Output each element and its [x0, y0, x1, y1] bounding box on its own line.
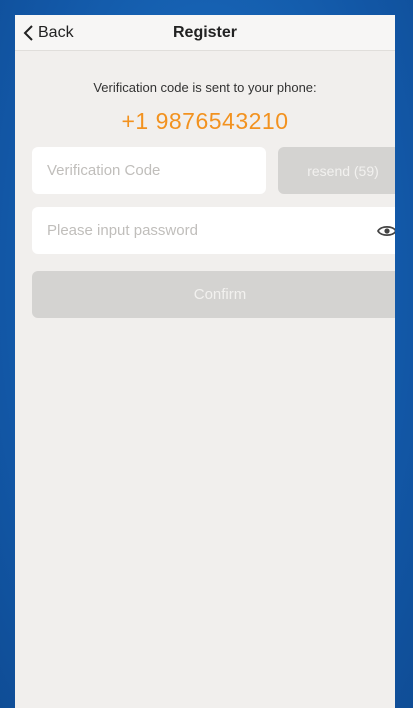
eye-icon: [377, 225, 395, 237]
resend-button[interactable]: resend (59): [278, 147, 395, 194]
phone-number: +1 9876543210: [121, 108, 289, 134]
nav-bar: Back Register: [15, 15, 395, 51]
password-input[interactable]: [32, 207, 352, 254]
verification-code-input[interactable]: [32, 147, 266, 194]
phone-screen: Back Register Verification code is sent …: [15, 15, 395, 708]
password-visibility-toggle[interactable]: [376, 220, 395, 242]
confirm-button[interactable]: Confirm: [32, 271, 395, 318]
password-field-container: [32, 207, 395, 254]
verification-info-text: Verification code is sent to your phone:: [93, 80, 317, 95]
page-title: Register: [172, 24, 238, 41]
